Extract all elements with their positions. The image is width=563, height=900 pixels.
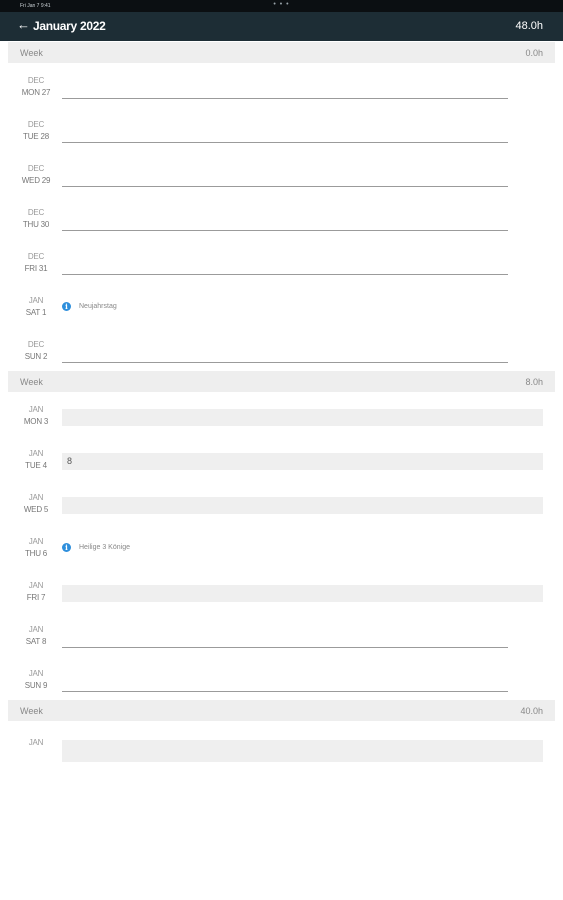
week-header: Week 40.0h <box>8 700 555 721</box>
day-date: JAN THU 6 <box>8 536 64 560</box>
week-header: Week 0.0h <box>8 42 555 63</box>
day-month: JAN <box>28 405 44 414</box>
day-month: DEC <box>27 208 45 217</box>
day-date: JAN MON 3 <box>8 404 64 428</box>
day-row: DEC WED 29 <box>8 151 555 195</box>
day-row: DEC MON 27 <box>8 63 555 107</box>
week-header: Week 8.0h <box>8 371 555 392</box>
day-row: JAN WED 5 <box>8 480 555 524</box>
day-month: JAN <box>28 581 44 590</box>
day-label: SAT 1 <box>25 308 47 317</box>
day-row: JAN THU 6 i Heilige 3 Könige <box>8 524 555 568</box>
hours-input-line[interactable] <box>62 647 508 648</box>
week-label: Week <box>20 377 43 387</box>
week-hours: 40.0h <box>520 706 543 716</box>
day-date: DEC MON 27 <box>8 75 64 99</box>
day-date: DEC SUN 2 <box>8 339 64 363</box>
hours-input-line[interactable] <box>62 691 508 692</box>
day-row: JAN SAT 8 <box>8 612 555 656</box>
day-row: DEC FRI 31 <box>8 239 555 283</box>
day-label: SUN 2 <box>24 352 48 361</box>
hours-input-field[interactable] <box>62 740 543 762</box>
hours-input-line[interactable] <box>62 142 508 143</box>
day-month: DEC <box>27 340 45 349</box>
day-label: FRI 7 <box>26 593 46 602</box>
day-date: JAN SAT 1 <box>8 295 64 319</box>
day-row: JAN SAT 1 i Neujahrstag <box>8 283 555 327</box>
app-bar: ← January 2022 48.0h <box>0 12 563 41</box>
day-month: JAN <box>28 625 44 634</box>
timesheet-list: Week 0.0h DEC MON 27 DEC TUE 28 DEC WED 29 DEC TH… <box>8 42 555 776</box>
week-label: Week <box>20 706 43 716</box>
multitasking-dots[interactable]: • • • <box>0 1 563 8</box>
day-date: DEC TUE 28 <box>8 119 64 143</box>
hours-input-field[interactable] <box>62 585 543 602</box>
day-label: THU 6 <box>24 549 48 558</box>
day-label: SAT 8 <box>25 637 47 646</box>
holiday-name: Heilige 3 Könige <box>79 544 130 551</box>
day-month: DEC <box>27 120 45 129</box>
hours-input-line[interactable] <box>62 362 508 363</box>
holiday-note: i Heilige 3 Könige <box>62 543 130 552</box>
day-label: SUN 9 <box>24 681 48 690</box>
info-icon[interactable]: i <box>62 543 71 552</box>
day-date: JAN SUN 9 <box>8 668 64 692</box>
hours-input-line[interactable] <box>62 274 508 275</box>
day-month: JAN <box>28 449 44 458</box>
hours-value: 8 <box>67 456 73 466</box>
day-label: MON 3 <box>23 417 49 426</box>
day-date: JAN FRI 7 <box>8 580 64 604</box>
holiday-note: i Neujahrstag <box>62 302 117 311</box>
day-row: JAN MON 3 <box>8 392 555 436</box>
status-bar: Fri Jan 7 9:41 • • • <box>0 0 563 12</box>
day-label: WED 29 <box>21 176 51 185</box>
hours-input-field[interactable] <box>62 409 543 426</box>
day-month: JAN <box>28 738 44 747</box>
week-label: Week <box>20 48 43 58</box>
week-hours: 8.0h <box>525 377 543 387</box>
day-month: DEC <box>27 76 45 85</box>
hours-input-line[interactable] <box>62 186 508 187</box>
day-row: JAN TUE 4 8 <box>8 436 555 480</box>
day-date: JAN <box>8 737 64 749</box>
day-month: DEC <box>27 164 45 173</box>
holiday-name: Neujahrstag <box>79 303 117 310</box>
day-label: WED 5 <box>23 505 49 514</box>
day-row: JAN FRI 7 <box>8 568 555 612</box>
day-month: JAN <box>28 537 44 546</box>
day-date: JAN WED 5 <box>8 492 64 516</box>
info-icon[interactable]: i <box>62 302 71 311</box>
day-label: FRI 31 <box>24 264 48 273</box>
day-date: DEC FRI 31 <box>8 251 64 275</box>
month-total-hours: 48.0h <box>515 20 543 32</box>
day-label: MON 27 <box>21 88 51 97</box>
day-month: JAN <box>28 493 44 502</box>
hours-input-field[interactable]: 8 <box>62 453 543 470</box>
day-label: THU 30 <box>22 220 50 229</box>
day-row: DEC THU 30 <box>8 195 555 239</box>
day-date: JAN TUE 4 <box>8 448 64 472</box>
day-row: DEC TUE 28 <box>8 107 555 151</box>
day-label: TUE 28 <box>23 132 49 141</box>
day-date: DEC THU 30 <box>8 207 64 231</box>
day-month: JAN <box>28 296 44 305</box>
day-date: JAN SAT 8 <box>8 624 64 648</box>
day-date: DEC WED 29 <box>8 163 64 187</box>
day-row: JAN <box>8 721 555 776</box>
hours-input-field[interactable] <box>62 497 543 514</box>
day-label: TUE 4 <box>25 461 47 470</box>
page-title: January 2022 <box>33 19 106 33</box>
day-month: DEC <box>27 252 45 261</box>
arrow-left-icon[interactable]: ← <box>17 18 30 32</box>
week-hours: 0.0h <box>525 48 543 58</box>
hours-input-line[interactable] <box>62 230 508 231</box>
day-row: DEC SUN 2 <box>8 327 555 371</box>
day-month: JAN <box>28 669 44 678</box>
hours-input-line[interactable] <box>62 98 508 99</box>
day-row: JAN SUN 9 <box>8 656 555 700</box>
